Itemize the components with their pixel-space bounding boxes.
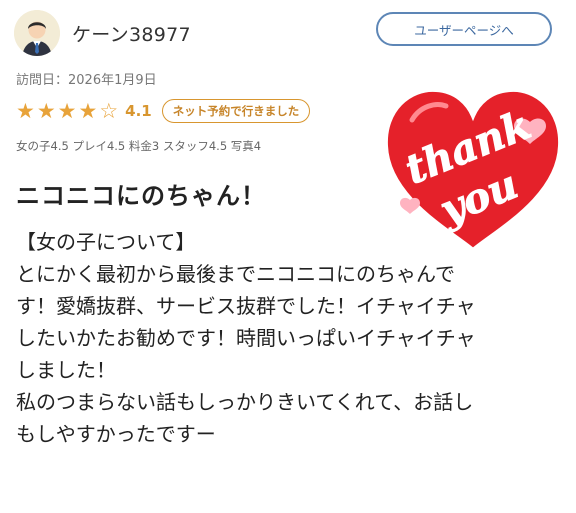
review-line: もしやすかったですー — [16, 422, 216, 446]
review-line: 私のつまらない話もしっかりきいてくれて、お話し — [16, 390, 474, 414]
star-rating: ★ ★ ★ ★ ☆ — [16, 98, 119, 123]
user-avatar-icon — [14, 10, 60, 56]
reservation-badge: ネット予約で行きました — [161, 99, 311, 123]
rating-row: ★ ★ ★ ★ ☆ 4.1 ネット予約で行きました — [16, 97, 311, 125]
avatar[interactable] — [14, 10, 60, 56]
review-line: しました！ — [16, 358, 116, 382]
heart-icon: thank you — [383, 87, 563, 253]
review-line: す！愛嬌抜群、サービス抜群でした！イチャイチャ — [16, 294, 476, 318]
review-line: したいかたお勧めです！時間いっぱいイチャイチャ — [16, 326, 476, 350]
user-page-button[interactable]: ユーザーページへ — [376, 12, 552, 46]
review-line: とにかく最初から最後までニコニコにのちゃんで — [16, 262, 455, 286]
star-full-icon: ★ — [57, 98, 77, 123]
sub-scores: 女の子4.5 プレイ4.5 料金3 スタッフ4.5 写真4 — [16, 139, 262, 153]
star-full-icon: ★ — [36, 98, 56, 123]
star-full-icon: ★ — [78, 98, 98, 123]
thank-you-sticker: thank you — [380, 82, 566, 258]
visit-date: 訪問日：2026年1月9日 — [16, 73, 157, 88]
username[interactable]: ケーン38977 — [72, 20, 191, 47]
review-title: ニコニコにのちゃん！ — [16, 182, 266, 210]
star-full-icon: ★ — [16, 98, 35, 123]
star-empty-icon: ☆ — [99, 98, 119, 123]
rating-value: 4.1 — [125, 102, 152, 120]
review-body: 【女の子について】 とにかく最初から最後までニコニコにのちゃんで す！愛嬌抜群、サー… — [16, 226, 536, 450]
reviewer-header: ケーン38977 ユーザーページへ — [14, 8, 562, 58]
